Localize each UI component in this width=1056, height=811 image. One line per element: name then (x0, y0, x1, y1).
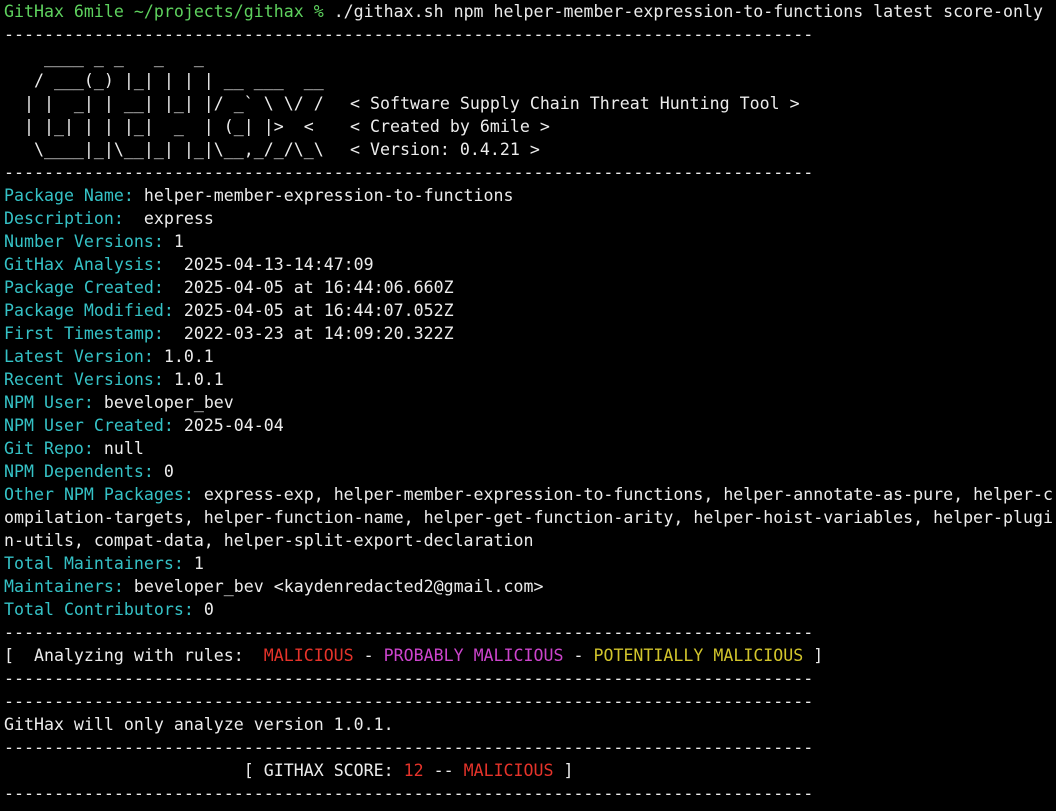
info-label: Package Modified: (4, 301, 174, 320)
info-row-githax-analysis: GitHax Analysis: 2025-04-13-14:47:09 (4, 253, 1056, 276)
info-label: Package Name: (4, 186, 134, 205)
separator-line: ----------------------------------------… (4, 784, 814, 803)
info-row-number-versions: Number Versions: 1 (4, 230, 1056, 253)
info-value: 2025-04-13-14:47:09 (163, 255, 374, 274)
info-label: Maintainers: (4, 577, 124, 596)
banner-art-line: / ___(_) |_| | | | __ ___ __ (4, 71, 324, 90)
score-middle: -- (423, 761, 464, 780)
info-row-total-contributors: Total Contributors: 0 (4, 598, 1056, 621)
separator-line: ----------------------------------------… (4, 669, 814, 688)
score-verdict: MALICIOUS (463, 761, 554, 780)
info-label: Latest Version: (4, 347, 154, 366)
info-row-package-name: Package Name: helper-member-expression-t… (4, 184, 1056, 207)
banner-row: / ___(_) |_| | | | __ ___ __ (4, 69, 1056, 92)
banner-row: \____|_|\__|_| |_|\__,_/_/\_\ < Version: … (4, 138, 1056, 161)
info-value: 2025-04-05 at 16:44:07.052Z (173, 301, 454, 320)
score-prefix: [ GITHAX SCORE: (243, 761, 404, 780)
info-row-other-npm-packages: Other NPM Packages: express-exp, helper-… (4, 483, 1056, 552)
info-label: Other NPM Packages: (4, 485, 194, 504)
info-label: First Timestamp: (4, 324, 164, 343)
info-label: Number Versions: (4, 232, 164, 251)
info-value: beveloper_bev <kaydenredacted2@gmail.com… (123, 577, 544, 596)
banner-art-line: | |_| | | |_| _ | (_| |> < (4, 117, 314, 136)
banner-art-line: ____ _ _ _ _ (4, 48, 204, 67)
banner-art-line: | | _| | __| |_| |/ _` \ \/ / (4, 94, 324, 113)
info-row-recent-versions: Recent Versions: 1.0.1 (4, 368, 1056, 391)
info-label: Description: (4, 209, 124, 228)
info-label: NPM Dependents: (4, 462, 154, 481)
info-label: GitHax Analysis: (4, 255, 164, 274)
rules-prefix: [ Analyzing with rules: (4, 646, 264, 665)
rule-malicious-label: MALICIOUS (263, 646, 354, 665)
rules-legend: [ Analyzing with rules: MALICIOUS - PROB… (4, 644, 1056, 667)
info-value: 1 (183, 554, 204, 573)
info-value: 2022-03-23 at 14:09:20.322Z (163, 324, 454, 343)
rules-dash: - (353, 646, 384, 665)
command-text: ./githax.sh npm helper-member-expression… (323, 2, 1044, 21)
info-row-total-maintainers: Total Maintainers: 1 (4, 552, 1056, 575)
command-prompt-line: GitHax 6mile ~/projects/githax % ./githa… (4, 0, 1056, 23)
package-info: Package Name: helper-member-expression-t… (4, 184, 1056, 621)
shell-prompt: GitHax 6mile ~/projects/githax % (4, 2, 324, 21)
info-value: 2025-04-04 (173, 416, 284, 435)
separator-line: ----------------------------------------… (4, 738, 814, 757)
info-value: null (93, 439, 144, 458)
info-value: 2025-04-05 at 16:44:06.660Z (163, 278, 454, 297)
analyze-version-note: GitHax will only analyze version 1.0.1. (4, 715, 394, 734)
rule-potentially-malicious-label: POTENTIALLY MALICIOUS (593, 646, 804, 665)
info-row-package-modified: Package Modified: 2025-04-05 at 16:44:07… (4, 299, 1056, 322)
info-value: beveloper_bev (93, 393, 234, 412)
info-row-npm-dependents: NPM Dependents: 0 (4, 460, 1056, 483)
rules-dash: - (563, 646, 594, 665)
info-label: Total Maintainers: (4, 554, 184, 573)
info-row-git-repo: Git Repo: null (4, 437, 1056, 460)
score-suffix: ] (553, 761, 574, 780)
score-value: 12 (403, 761, 424, 780)
info-label: Package Created: (4, 278, 164, 297)
rules-suffix: ] (803, 646, 824, 665)
info-row-npm-user: NPM User: beveloper_bev (4, 391, 1056, 414)
separator-line: ----------------------------------------… (4, 25, 814, 44)
terminal-window[interactable]: GitHax 6mile ~/projects/githax % ./githa… (0, 0, 1056, 811)
info-row-description: Description: express (4, 207, 1056, 230)
separator-line: ----------------------------------------… (4, 692, 814, 711)
banner-tagline-tool-name: < Software Supply Chain Threat Hunting T… (350, 94, 800, 113)
info-row-npm-user-created: NPM User Created: 2025-04-04 (4, 414, 1056, 437)
rule-probably-malicious-label: PROBABLY MALICIOUS (383, 646, 564, 665)
info-value: 0 (193, 600, 214, 619)
banner-row: | |_| | | |_| _ | (_| |> < < Created by 6… (4, 115, 1056, 138)
info-label: Recent Versions: (4, 370, 164, 389)
separator-line: ----------------------------------------… (4, 623, 814, 642)
info-label: NPM User: (4, 393, 94, 412)
info-value: express (123, 209, 214, 228)
info-row-package-created: Package Created: 2025-04-05 at 16:44:06.… (4, 276, 1056, 299)
info-value: 1.0.1 (153, 347, 214, 366)
banner-tagline-author: < Created by 6mile > (350, 117, 550, 136)
info-row-latest-version: Latest Version: 1.0.1 (4, 345, 1056, 368)
separator-line: ----------------------------------------… (4, 163, 814, 182)
info-row-maintainers: Maintainers: beveloper_bev <kaydenredact… (4, 575, 1056, 598)
info-label: Git Repo: (4, 439, 94, 458)
banner-row: ____ _ _ _ _ (4, 46, 1056, 69)
info-label: Total Contributors: (4, 600, 194, 619)
ascii-banner: ____ _ _ _ _ / ___(_) |_| | | | __ ___ _… (4, 46, 1056, 161)
githax-score-line: [ GITHAX SCORE: 12 -- MALICIOUS ] (4, 759, 1056, 782)
score-indent (4, 761, 244, 780)
info-row-first-timestamp: First Timestamp: 2022-03-23 at 14:09:20.… (4, 322, 1056, 345)
banner-row: | | _| | __| |_| |/ _` \ \/ / < Software … (4, 92, 1056, 115)
info-value: 1.0.1 (163, 370, 224, 389)
banner-tagline-version: < Version: 0.4.21 > (350, 140, 540, 159)
info-label: NPM User Created: (4, 416, 174, 435)
info-value: 1 (163, 232, 184, 251)
info-value: 0 (153, 462, 174, 481)
info-value: helper-member-expression-to-functions (133, 186, 514, 205)
banner-art-line: \____|_|\__|_| |_|\__,_/_/\_\ (4, 140, 324, 159)
